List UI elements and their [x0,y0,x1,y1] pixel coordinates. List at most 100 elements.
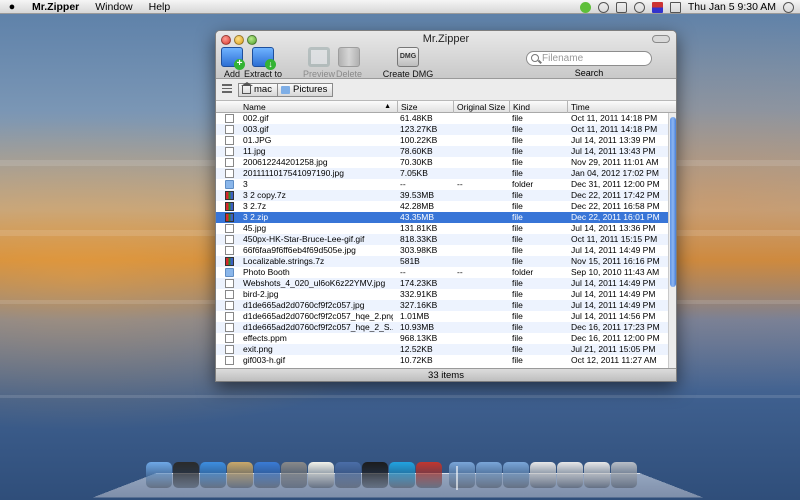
file-time: Jul 14, 2011 13:43 PM [571,146,656,156]
search-label: Search [574,68,604,78]
file-time: Dec 16, 2011 12:00 PM [571,333,660,343]
file-name: 3 [243,179,248,189]
table-row[interactable]: 01.JPG 100.22KB file Jul 14, 2011 13:39 PM [216,135,668,146]
table-row[interactable]: 200612244201258.jpg 70.30KB file Nov 29, 20… [216,157,668,168]
preview-icon [308,47,330,67]
file-kind: file [512,113,523,123]
table-row[interactable]: bird-2.jpg 332.91KB file Jul 14, 2011 14:49… [216,289,668,300]
file-time: Dec 22, 2011 16:58 PM [571,201,660,211]
table-row[interactable]: d1de665ad2d0760cf9f2c057.jpg 327.16KB file… [216,300,668,311]
file-time: Dec 31, 2011 12:00 PM [571,179,660,189]
menu-bar: ● Mr.Zipper Window Help Thu Jan 5 9:30 A… [0,0,800,14]
stack-icon-3[interactable] [584,462,610,488]
file-time: Nov 29, 2011 11:01 AM [571,157,659,167]
documents-folder-icon[interactable] [476,462,502,488]
breadcrumb-pictures[interactable]: Pictures [277,83,334,97]
terminal-icon[interactable] [362,462,388,488]
file-size: 174.23KB [400,278,438,288]
file-name: effects.ppm [243,333,287,343]
table-row[interactable]: 3 2.7z 42.28MB file Dec 22, 2011 16:58 PM [216,201,668,212]
table-row[interactable]: gif003-h.gif 10.72KB file Oct 12, 2011 11:2… [216,355,668,366]
mrzipper-icon[interactable] [416,462,442,488]
column-original-size[interactable]: Original Size [454,101,510,113]
stack-icon[interactable] [530,462,556,488]
flag-icon[interactable] [651,1,663,13]
spotlight-icon[interactable] [783,1,794,13]
file-icon [225,136,234,145]
file-size: 123.27KB [400,124,438,134]
column-name[interactable]: Name ▲ [240,101,398,113]
photo-icon[interactable] [281,462,307,488]
table-row[interactable]: Localizable.strings.7z 581B file Nov 15, 20… [216,256,668,267]
file-icon [225,290,234,299]
downloads-folder-icon[interactable] [503,462,529,488]
file-time: Dec 22, 2011 17:42 PM [571,190,660,200]
table-row[interactable]: 002.gif 61.48KB file Oct 11, 2011 14:18 PM [216,113,668,124]
file-kind: file [512,190,523,200]
column-time[interactable]: Time [568,101,676,113]
create-dmg-button[interactable]: DMG Create DMG [382,47,434,79]
table-row[interactable]: 003.gif 123.27KB file Oct 11, 2011 14:18 PM [216,124,668,135]
file-name: 3 2 copy.7z [243,190,286,200]
table-row[interactable]: 3 2 copy.7z 39.53MB file Dec 22, 2011 17:42… [216,190,668,201]
file-size: 10.72KB [400,355,433,365]
table-row[interactable]: Webshots_4_020_ul6oK6z22YMV.jpg 174.23KB f… [216,278,668,289]
vertical-scrollbar[interactable] [668,113,676,368]
applications-folder-icon[interactable] [449,462,475,488]
file-name: bird-2.jpg [243,289,279,299]
time-machine-icon[interactable] [597,1,609,13]
scroll-thumb[interactable] [670,117,676,287]
path-bar: mac Pictures [216,79,676,101]
table-row[interactable]: 20111110175410971​90.jpg 7.05KB file Jan 04… [216,168,668,179]
table-row[interactable]: d1de665ad2d0760cf9f2c057_hqe_2_S... 10.93… [216,322,668,333]
table-row[interactable]: effects.ppm 968.13KB file Dec 16, 2011 12:0… [216,333,668,344]
dashboard-icon[interactable] [173,462,199,488]
xcode-icon[interactable] [335,462,361,488]
menu-app[interactable]: Mr.Zipper [24,1,87,13]
skype-icon[interactable] [389,462,415,488]
wifi-icon[interactable] [633,1,645,13]
column-kind[interactable]: Kind [510,101,568,113]
create-dmg-label: Create DMG [382,69,434,79]
column-size[interactable]: Size [398,101,454,113]
finder-icon[interactable] [146,462,172,488]
menu-window[interactable]: Window [87,1,140,13]
file-time: Jul 14, 2011 14:49 PM [571,278,656,288]
table-row[interactable]: d1de665ad2d0760cf9f2c057_hqe_2.png 1.01MB… [216,311,668,322]
stack-icon-2[interactable] [557,462,583,488]
apple-menu-icon[interactable]: ● [0,1,24,13]
trash-icon[interactable] [611,462,637,488]
clock[interactable]: Thu Jan 5 9:30 AM [688,1,776,13]
extract-button[interactable]: Extract to [242,47,284,79]
safari-icon[interactable] [200,462,226,488]
file-size: 100.22KB [400,135,438,145]
textedit-icon[interactable] [308,462,334,488]
table-row[interactable]: 3 -- -- folder Dec 31, 2011 12:00 PM [216,179,668,190]
breadcrumb-home[interactable]: mac [238,82,278,97]
table-row[interactable]: Photo Booth -- -- folder Sep 10, 2010 11:43 … [216,267,668,278]
file-name: exit.png [243,344,273,354]
file-time: Jul 14, 2011 14:49 PM [571,245,656,255]
table-row[interactable]: 66f6faa9f6ff6eb4f69d505e.jpg 303.98KB file… [216,245,668,256]
search-input[interactable]: Filename [526,51,652,66]
bluetooth-icon[interactable] [615,1,627,13]
menu-help[interactable]: Help [141,1,179,13]
file-name: 3 2.7z [243,201,267,211]
preview-icon[interactable] [227,462,253,488]
extract-label: Extract to [243,69,282,79]
itunes-icon[interactable] [254,462,280,488]
table-row[interactable]: 3 2.zip 43.35MB file Dec 22, 2011 16:01 PM [216,212,668,223]
file-name: 01.JPG [243,135,272,145]
table-row[interactable]: exit.png 12.52KB file Jul 21, 2011 15:05 PM [216,344,668,355]
volume-icon[interactable] [669,1,681,13]
list-view-icon[interactable] [222,84,232,94]
file-icon [225,246,234,255]
table-row[interactable]: 45.jpg 131.81KB file Jul 14, 2011 13:36 PM [216,223,668,234]
status-menu-icon[interactable] [579,1,591,13]
file-size: 968.13KB [400,333,438,343]
delete-button[interactable]: Delete [328,47,370,79]
table-row[interactable]: 11.jpg 78.60KB file Jul 14, 2011 13:43 PM [216,146,668,157]
file-name: 66f6faa9f6ff6eb4f69d505e.jpg [243,245,356,255]
file-time: Nov 15, 2011 16:16 PM [571,256,660,266]
table-row[interactable]: 450px-HK-Star-Bruce-Lee-gif.gif 818.33KB f… [216,234,668,245]
